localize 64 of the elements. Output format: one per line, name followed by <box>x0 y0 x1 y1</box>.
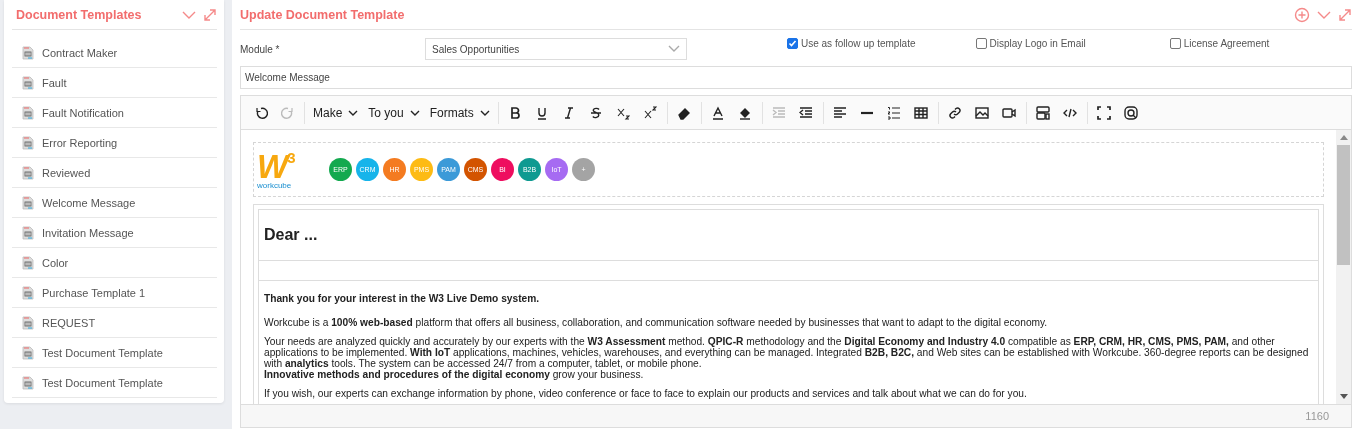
bold-icon[interactable] <box>508 105 523 120</box>
document-icon <box>22 165 34 180</box>
text-color-icon[interactable] <box>711 105 726 120</box>
link-icon[interactable] <box>948 105 963 120</box>
document-icon <box>22 105 34 120</box>
name-field[interactable]: Welcome Message <box>240 66 1352 89</box>
panel-title: Document Templates <box>15 7 142 22</box>
document-icon <box>22 255 34 270</box>
document-icon <box>22 195 34 210</box>
document-icon <box>22 75 34 90</box>
paragraph: Your needs are analyzed quickly and accurately by our experts with the W3 Assessment method. QPIC-R methodology and the Digital Economy and Industry 4.0 compatible as ERP, CRM, HR, CMS, PMS, PAM, and other applications to be implemented. With IoT applications, machines, vehicles, warehouses, and everything can be managed. Integrated B2B, B2C, and Web sites can be established with Workcube. 360-degree reports can be designed with analytics tools. The system can be accessed 24/7 from a computer, tablet, or mobile phone. Innovative methods and procedures of the digital economy grow your business. <box>264 336 1310 380</box>
template-item[interactable]: Reviewed <box>12 158 217 188</box>
numbered-list-icon[interactable] <box>887 105 902 120</box>
template-item[interactable]: Fault <box>12 68 217 98</box>
document-icon <box>22 315 34 330</box>
greeting-heading: Dear ... <box>264 226 318 244</box>
undo-icon[interactable] <box>253 105 268 120</box>
template-item[interactable]: Error Reporting <box>12 128 217 158</box>
template-item[interactable]: Test Document Template <box>12 368 217 398</box>
document-icon <box>22 285 34 300</box>
checkbox[interactable] <box>975 38 987 49</box>
document-icon <box>22 225 34 240</box>
caret-icon <box>348 108 359 117</box>
word-count: 1160 <box>1305 410 1329 422</box>
scrollbar[interactable] <box>1336 130 1351 404</box>
template-item[interactable]: Purchase Template 1 <box>12 278 217 308</box>
paragraph: Thank you for your interest in the W3 Live Demo system. <box>264 293 541 304</box>
video-icon[interactable] <box>1002 105 1017 120</box>
caret-icon <box>409 108 420 117</box>
checkbox-label: Use as follow up template <box>801 38 916 49</box>
align-left-icon[interactable] <box>833 105 848 120</box>
format-dropdown[interactable]: To you <box>363 100 425 125</box>
template-item[interactable]: Fault Notification <box>12 98 217 128</box>
chevron-down-icon <box>668 44 680 54</box>
module-select[interactable]: Sales Opportunities <box>425 38 687 60</box>
template-item[interactable]: REQUEST <box>12 308 217 338</box>
template-icon[interactable] <box>1036 105 1051 120</box>
document-icon <box>22 135 34 150</box>
document-icon <box>22 45 34 60</box>
panel-title: Update Document Template <box>240 7 405 22</box>
strikethrough-icon[interactable] <box>589 105 604 120</box>
template-item[interactable]: Color <box>12 248 217 278</box>
template-item[interactable]: Welcome Message <box>12 188 217 218</box>
superscript-icon[interactable] <box>643 105 658 120</box>
checkbox[interactable] <box>787 38 798 49</box>
checkbox[interactable] <box>1169 38 1181 49</box>
document-icon <box>22 345 34 360</box>
caret-icon <box>479 108 490 117</box>
checkbox-label: Display Logo in Email <box>989 38 1086 49</box>
format-dropdown[interactable]: Make <box>308 100 364 125</box>
template-item[interactable]: Test Document Template <box>12 338 217 368</box>
template-item[interactable]: Contract Maker <box>12 38 217 68</box>
paragraph: Workcube is a 100% web-based platform that offers all business, collaboration, and communication software needed by businesses that want to adapt to the digital economy. <box>264 317 1049 328</box>
mention-icon[interactable] <box>1124 105 1139 120</box>
module-label: Module * <box>240 43 281 55</box>
fullscreen-icon[interactable] <box>1097 105 1112 120</box>
image-icon[interactable] <box>975 105 990 120</box>
format-dropdown[interactable]: Formats <box>424 100 495 125</box>
outdent-icon[interactable] <box>799 105 814 120</box>
paragraph: If you wish, our experts can exchange information by phone, video conference or face to face to explain our products and services and talk about what we can do for you. <box>264 388 1028 399</box>
document-icon <box>22 375 34 390</box>
template-item[interactable]: Invitation Message <box>12 218 217 248</box>
table-icon[interactable] <box>914 105 929 120</box>
checkbox-label: License Agreement <box>1183 38 1270 49</box>
